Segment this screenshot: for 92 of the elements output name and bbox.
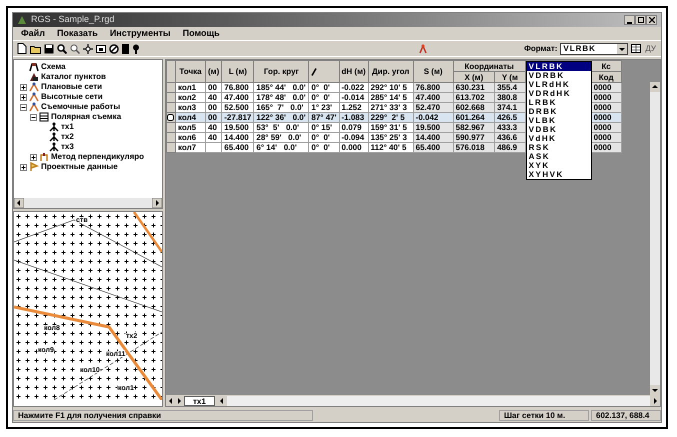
save-icon[interactable] — [44, 44, 54, 54]
tripod-icon — [49, 132, 59, 142]
tripod-icon — [49, 122, 59, 132]
maximize-button[interactable] — [635, 15, 646, 25]
column-header[interactable]: (м) — [206, 60, 222, 82]
tree-item[interactable]: Каталог пунктов — [41, 71, 106, 83]
du-button[interactable]: ДУ — [644, 42, 657, 54]
dropdown-option[interactable]: VLBK — [526, 116, 591, 124]
scroll-up-icon[interactable] — [650, 82, 660, 92]
format-label: Формат: — [524, 42, 558, 54]
expand-icon[interactable] — [20, 164, 27, 170]
pencil-header[interactable] — [308, 60, 340, 82]
move-icon[interactable] — [83, 44, 93, 54]
survey-icon[interactable] — [418, 44, 428, 54]
dropdown-option[interactable]: VDRdHK — [526, 88, 591, 98]
bulb-icon[interactable] — [132, 44, 140, 54]
expand-icon[interactable] — [20, 94, 27, 100]
dropdown-option[interactable]: ASK — [526, 152, 591, 160]
dropdown-option[interactable]: VLRBK — [526, 62, 591, 70]
expand-icon[interactable] — [30, 154, 37, 160]
dropdown-option[interactable]: XYHVK — [526, 170, 591, 178]
network-icon — [29, 102, 39, 112]
zoom-icon[interactable] — [57, 44, 67, 54]
tree-item[interactable]: Проектные данные — [41, 161, 118, 173]
scroll-down-icon[interactable] — [650, 385, 660, 395]
tree-item[interactable]: тх1 — [61, 121, 74, 133]
tree-item[interactable]: Полярная съемка — [51, 111, 122, 123]
group-header[interactable]: Кс — [591, 60, 622, 72]
scroll-right-icon[interactable] — [152, 198, 162, 208]
group-header[interactable]: Координаты — [453, 60, 526, 72]
coordinates-text: 602.137, 688.4 — [591, 410, 661, 421]
grid-step-text: Шаг сетки 10 м. — [499, 410, 589, 421]
dropdown-option[interactable]: VdHK — [526, 134, 591, 142]
column-header[interactable]: Гор. круг — [254, 60, 309, 82]
tree-item[interactable]: тх3 — [61, 141, 74, 153]
expand-icon[interactable] — [20, 84, 27, 90]
minimize-button[interactable] — [624, 15, 635, 25]
tab-next-icon[interactable] — [175, 396, 184, 406]
dropdown-option[interactable]: RSK — [526, 142, 591, 152]
list-icon — [39, 112, 49, 122]
column-header[interactable]: Дир. угол — [368, 60, 414, 82]
tree-item[interactable]: тх2 — [61, 131, 74, 143]
table-icon[interactable] — [631, 44, 642, 53]
close-button[interactable] — [646, 15, 657, 25]
figure-icon — [29, 62, 39, 72]
tree-item[interactable]: Схема — [41, 61, 66, 73]
folder-icon[interactable] — [96, 44, 106, 54]
vertical-scrollbar[interactable] — [650, 82, 660, 395]
menu-item[interactable]: Показать — [56, 26, 98, 40]
tree-item[interactable]: Высотные сети — [41, 91, 103, 103]
sheet-tab[interactable]: тх1 — [184, 396, 215, 406]
tree-item[interactable]: Съемочные работы — [41, 101, 120, 113]
dropdown-option[interactable]: VLRdHK — [526, 80, 591, 88]
maximize-icon — [638, 17, 644, 23]
status-message: Нажмите F1 для получения справки — [13, 410, 313, 421]
format-combo[interactable]: VLRBK — [560, 42, 628, 54]
horizontal-scrollbar[interactable] — [14, 198, 162, 208]
project-icon — [29, 162, 39, 172]
column-header[interactable]: dH (м) — [339, 60, 368, 82]
dropdown-option[interactable]: VDRBK — [526, 70, 591, 80]
collapse-icon[interactable] — [20, 104, 27, 110]
method-icon — [39, 152, 49, 162]
column-header[interactable]: S (м) — [413, 60, 454, 82]
dropdown-option[interactable]: VDBK — [526, 124, 591, 134]
network-icon — [29, 82, 39, 92]
pencil-icon — [311, 68, 318, 76]
horizontal-scrollbar[interactable] — [216, 396, 660, 406]
scroll-right-icon[interactable] — [650, 396, 660, 406]
menu-item[interactable]: Помощь — [182, 26, 220, 40]
row-selector[interactable] — [166, 112, 176, 122]
dropdown-option[interactable]: LRBK — [526, 98, 591, 106]
scroll-left-icon[interactable] — [14, 198, 24, 208]
minimize-icon — [627, 22, 632, 24]
scroll-left-icon[interactable] — [216, 396, 227, 406]
tripod-icon — [49, 142, 59, 152]
close-icon — [648, 17, 654, 23]
new-file-icon[interactable] — [17, 43, 27, 54]
zoom-out-icon[interactable] — [70, 44, 80, 54]
tree-item[interactable]: Плановые сети — [41, 81, 102, 93]
catalog-icon — [29, 72, 39, 82]
open-folder-icon[interactable] — [30, 44, 41, 54]
menu-item[interactable]: Файл — [21, 26, 45, 40]
menu-item[interactable]: Инструменты — [110, 26, 171, 40]
dropdown-option[interactable]: DRBK — [526, 106, 591, 116]
column-header[interactable]: Точка — [176, 60, 206, 82]
column-header[interactable]: L (м) — [222, 60, 254, 82]
dropdown-option[interactable]: XYK — [526, 160, 591, 170]
app-icon — [17, 15, 27, 25]
collapse-icon[interactable] — [30, 114, 37, 120]
tree-item[interactable]: Метод перпендикуляро — [51, 151, 144, 163]
window-title: RGS - Sample_P.rgd — [31, 13, 116, 26]
network-icon — [29, 92, 39, 102]
